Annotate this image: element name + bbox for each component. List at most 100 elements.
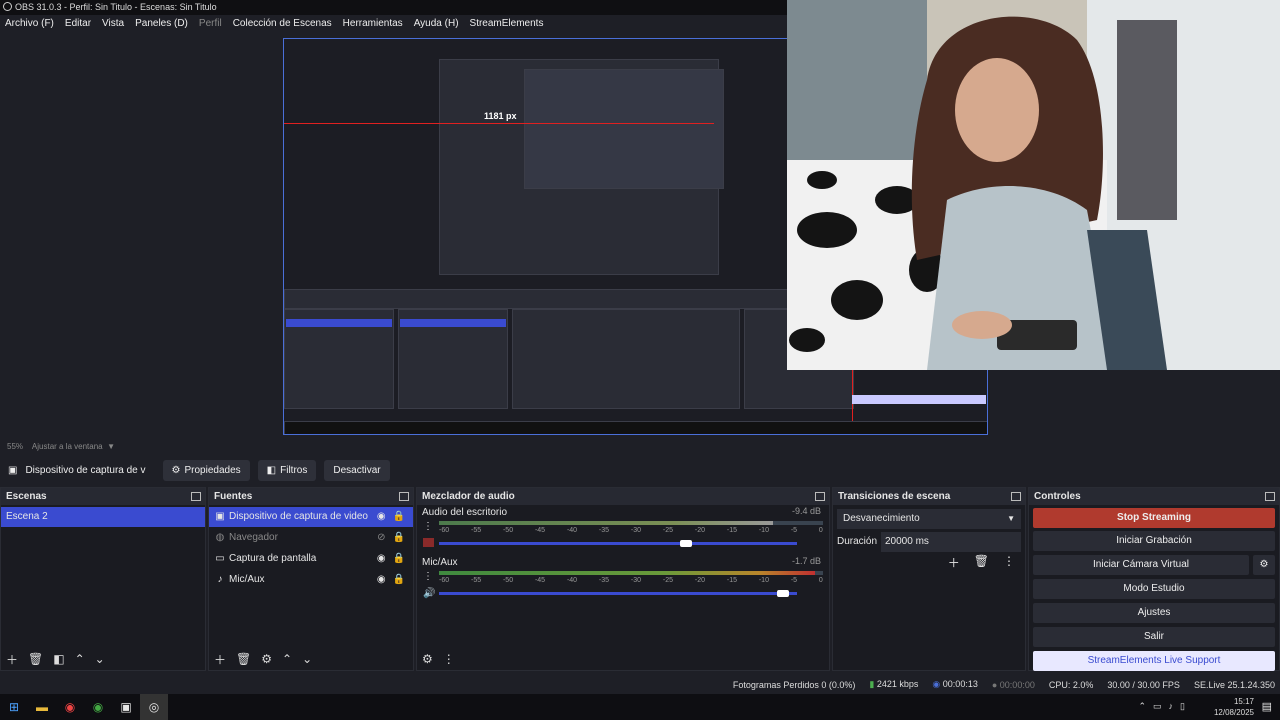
undock-icon[interactable] — [399, 492, 409, 501]
source-item[interactable]: ♪ Mic/Aux ◉ 🔒 — [209, 570, 413, 590]
sources-footer: ＋ 🗑 ⚙ ⌃ ⌄ — [209, 648, 413, 670]
undock-icon[interactable] — [815, 492, 825, 501]
nested-source-selected — [400, 319, 506, 327]
meter-tick-label: -5 — [790, 527, 798, 534]
arrow-down-icon[interactable]: ⌄ — [302, 652, 312, 666]
exit-button[interactable]: Salir — [1033, 627, 1275, 647]
deactivate-button[interactable]: Desactivar — [324, 459, 390, 481]
add-icon[interactable]: ＋ — [6, 651, 18, 668]
gear-icon[interactable]: ⚙ — [422, 652, 433, 666]
eye-icon[interactable]: ◉ — [377, 549, 386, 569]
fps: 30.00 / 30.00 FPS — [1107, 679, 1180, 690]
lock-icon[interactable]: 🔒 — [393, 507, 405, 527]
meter-ticks: -60 -55 -50 -45 -40 -35 -30 -25 -20 -15 -10 -5 0 — [439, 577, 823, 584]
bitrate: ▮ 2421 kbps — [869, 679, 919, 689]
obs-taskbar-icon[interactable]: ◎ — [140, 694, 168, 720]
duration-row: Duración 20000 ms — [837, 532, 1021, 552]
eye-hidden-icon[interactable]: ⊘ — [377, 528, 385, 548]
webcam-feed — [787, 0, 1280, 370]
gear-icon[interactable]: ⚙ — [261, 652, 272, 666]
arrow-down-icon[interactable]: ⌄ — [95, 652, 105, 666]
transition-actions: ＋ 🗑 ⋮ — [833, 554, 1015, 571]
undock-icon[interactable] — [191, 492, 201, 501]
cpu-usage: CPU: 2.0% — [1048, 679, 1094, 690]
menu-streamelements[interactable]: StreamElements — [470, 15, 544, 32]
speaker-icon[interactable]: 🔊 — [423, 588, 435, 599]
more-options-icon[interactable]: ⋮ — [1003, 554, 1015, 571]
meter-tick-label: -20 — [694, 527, 705, 534]
transition-select[interactable]: Desvanecimiento ▼ — [837, 509, 1021, 529]
lock-icon[interactable]: 🔒 — [393, 528, 405, 548]
notification-icon[interactable]: ▤ — [1262, 700, 1272, 713]
meter-tick-label: -50 — [502, 577, 514, 584]
menu-ayuda[interactable]: Ayuda (H) — [414, 15, 459, 32]
nested-taskbar — [284, 421, 987, 434]
speaker-icon[interactable]: ♪ — [1169, 701, 1174, 712]
more-options-icon[interactable]: ⋮ — [443, 652, 455, 666]
file-explorer-icon[interactable]: ▬ — [28, 694, 56, 720]
undock-icon[interactable] — [1265, 492, 1275, 501]
filter-icon[interactable]: ◧ — [53, 652, 64, 666]
eye-icon[interactable]: ◉ — [377, 570, 386, 590]
start-virtual-cam-button[interactable]: Iniciar Cámara Virtual — [1033, 555, 1249, 575]
chevron-down-icon[interactable]: ▼ — [107, 442, 115, 451]
nested-scene-selected — [286, 319, 392, 327]
app-icon[interactable]: ▣ — [112, 694, 140, 720]
battery-icon[interactable]: ▯ — [1180, 701, 1185, 712]
globe-icon: ◍ — [215, 532, 225, 543]
menu-editar[interactable]: Editar — [65, 15, 91, 32]
settings-button[interactable]: Ajustes — [1033, 603, 1275, 623]
arrow-up-icon[interactable]: ⌃ — [75, 652, 85, 666]
meter-level-fill — [439, 571, 816, 575]
transitions-dock: Transiciones de escena Desvanecimiento ▼ … — [832, 487, 1026, 671]
support-button[interactable]: StreamElements Live Support — [1033, 651, 1275, 671]
fit-mode-select[interactable]: Ajustar a la ventana — [32, 442, 103, 451]
undock-icon[interactable] — [1011, 492, 1021, 501]
studio-mode-button[interactable]: Modo Estudio — [1033, 579, 1275, 599]
menu-archivo[interactable]: Archivo (F) — [5, 15, 54, 32]
stream-time: ◉ 00:00:13 — [932, 679, 978, 689]
scene-item[interactable]: Escena 2 — [1, 507, 205, 527]
filters-button[interactable]: ◧ Filtros — [257, 459, 317, 481]
stop-streaming-button[interactable]: Stop Streaming — [1033, 508, 1275, 528]
menu-coleccion[interactable]: Colección de Escenas — [233, 15, 332, 32]
chevron-up-icon[interactable]: ⌃ — [1138, 701, 1146, 712]
clock[interactable]: 15:17 12/08/2025 — [1214, 696, 1254, 718]
chrome-icon[interactable]: ◉ — [56, 694, 84, 720]
menu-vista[interactable]: Vista — [102, 15, 124, 32]
chrome-profile-icon[interactable]: ◉ — [84, 694, 112, 720]
meter-tick-label: -35 — [598, 527, 610, 534]
arrow-up-icon[interactable]: ⌃ — [282, 652, 292, 666]
lock-icon[interactable]: 🔒 — [393, 549, 405, 569]
record-time: ● 00:00:00 — [991, 679, 1035, 690]
scenes-dock: Escenas Escena 2 ＋ 🗑 ◧ ⌃ ⌄ — [0, 487, 206, 671]
nested-mixer — [512, 309, 740, 409]
network-icon[interactable]: ▭ — [1153, 701, 1162, 712]
source-item[interactable]: ◍ Navegador ⊘ 🔒 — [209, 528, 413, 548]
nested-support — [852, 395, 986, 404]
windows-start-icon[interactable]: ⊞ — [0, 694, 28, 720]
menu-perfil[interactable]: Perfil — [199, 15, 222, 32]
muted-icon[interactable] — [423, 538, 434, 547]
menu-paneles[interactable]: Paneles (D) — [135, 15, 188, 32]
more-options-icon[interactable]: ⋮ — [423, 521, 433, 532]
source-item[interactable]: ▣ Dispositivo de captura de video ◉ 🔒 — [209, 507, 413, 527]
trash-icon[interactable]: 🗑 — [28, 652, 43, 666]
source-toolbar: ▣ Dispositivo de captura de v ⚙ Propiedade… — [0, 456, 1280, 484]
menu-herramientas[interactable]: Herramientas — [343, 15, 403, 32]
start-recording-button[interactable]: Iniciar Grabación — [1033, 531, 1275, 551]
volume-slider[interactable] — [439, 540, 797, 547]
source-item[interactable]: ▭ Captura de pantalla ◉ 🔒 — [209, 549, 413, 569]
more-options-icon[interactable]: ⋮ — [423, 571, 433, 582]
trash-icon[interactable]: 🗑 — [236, 652, 251, 666]
trash-icon[interactable]: 🗑 — [974, 554, 989, 571]
properties-button[interactable]: ⚙ Propiedades — [162, 459, 250, 481]
eye-icon[interactable]: ◉ — [377, 507, 386, 527]
add-icon[interactable]: ＋ — [214, 651, 226, 668]
gear-icon[interactable]: ⚙ — [1253, 555, 1275, 575]
lock-icon[interactable]: 🔒 — [393, 570, 405, 590]
volume-slider[interactable] — [439, 590, 797, 597]
add-icon[interactable]: ＋ — [948, 554, 960, 571]
duration-spinbox[interactable]: 20000 ms — [881, 532, 1021, 552]
camera-icon: ▣ — [215, 511, 225, 522]
